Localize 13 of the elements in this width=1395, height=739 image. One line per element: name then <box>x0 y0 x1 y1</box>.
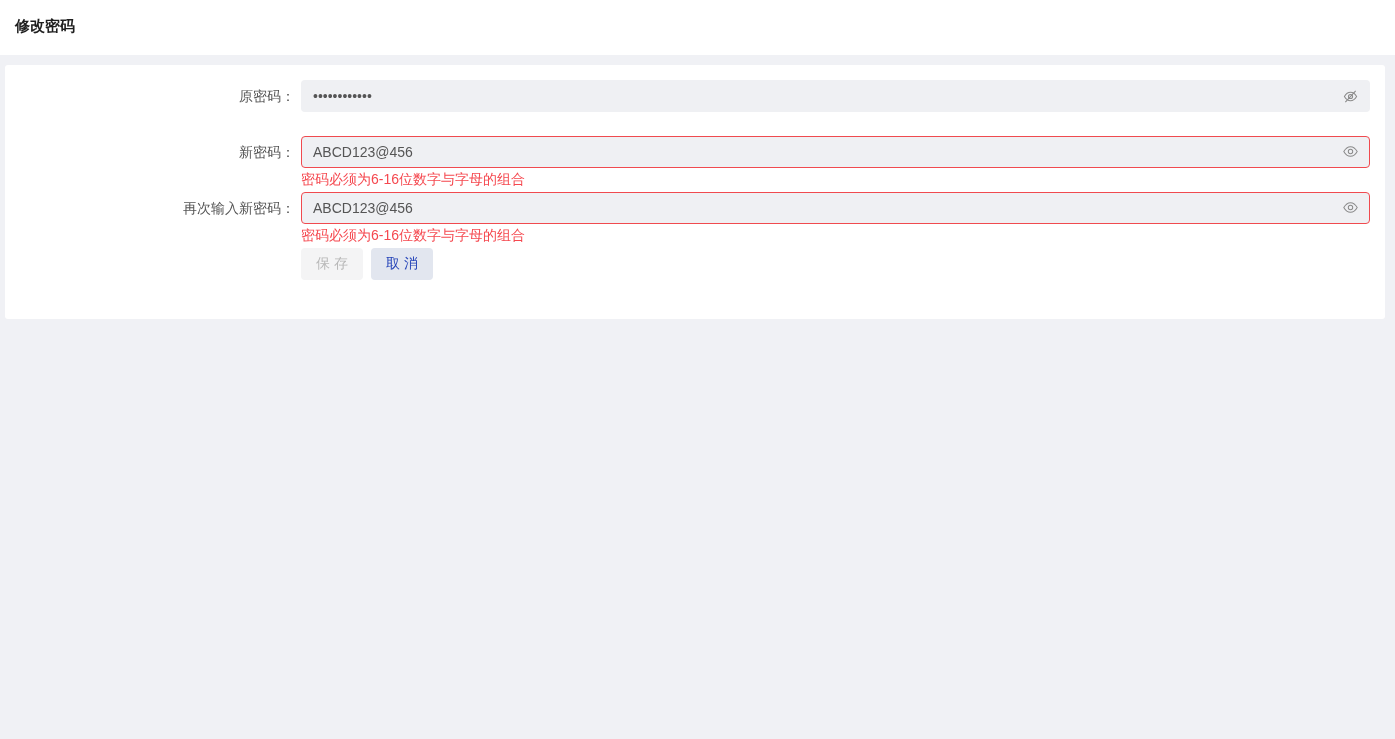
page-title: 修改密码 <box>15 16 75 36</box>
password-field[interactable]: ABCD123@456 <box>301 136 1370 168</box>
field-label: 新密码： <box>239 143 295 162</box>
password-field[interactable]: ABCD123@456 <box>301 192 1370 224</box>
field-label: 原密码： <box>239 87 295 106</box>
eye-slash-icon[interactable] <box>1343 89 1358 104</box>
cancel-button[interactable]: 取 消 <box>371 248 433 280</box>
eye-icon[interactable] <box>1343 202 1358 213</box>
password-field[interactable]: •••••••••••• <box>301 80 1370 112</box>
field-label: 再次输入新密码： <box>183 199 295 218</box>
error-message: 密码必须为6-16位数字与字母的组合 <box>301 170 526 189</box>
error-message: 密码必须为6-16位数字与字母的组合 <box>301 226 526 245</box>
eye-icon[interactable] <box>1343 146 1358 157</box>
